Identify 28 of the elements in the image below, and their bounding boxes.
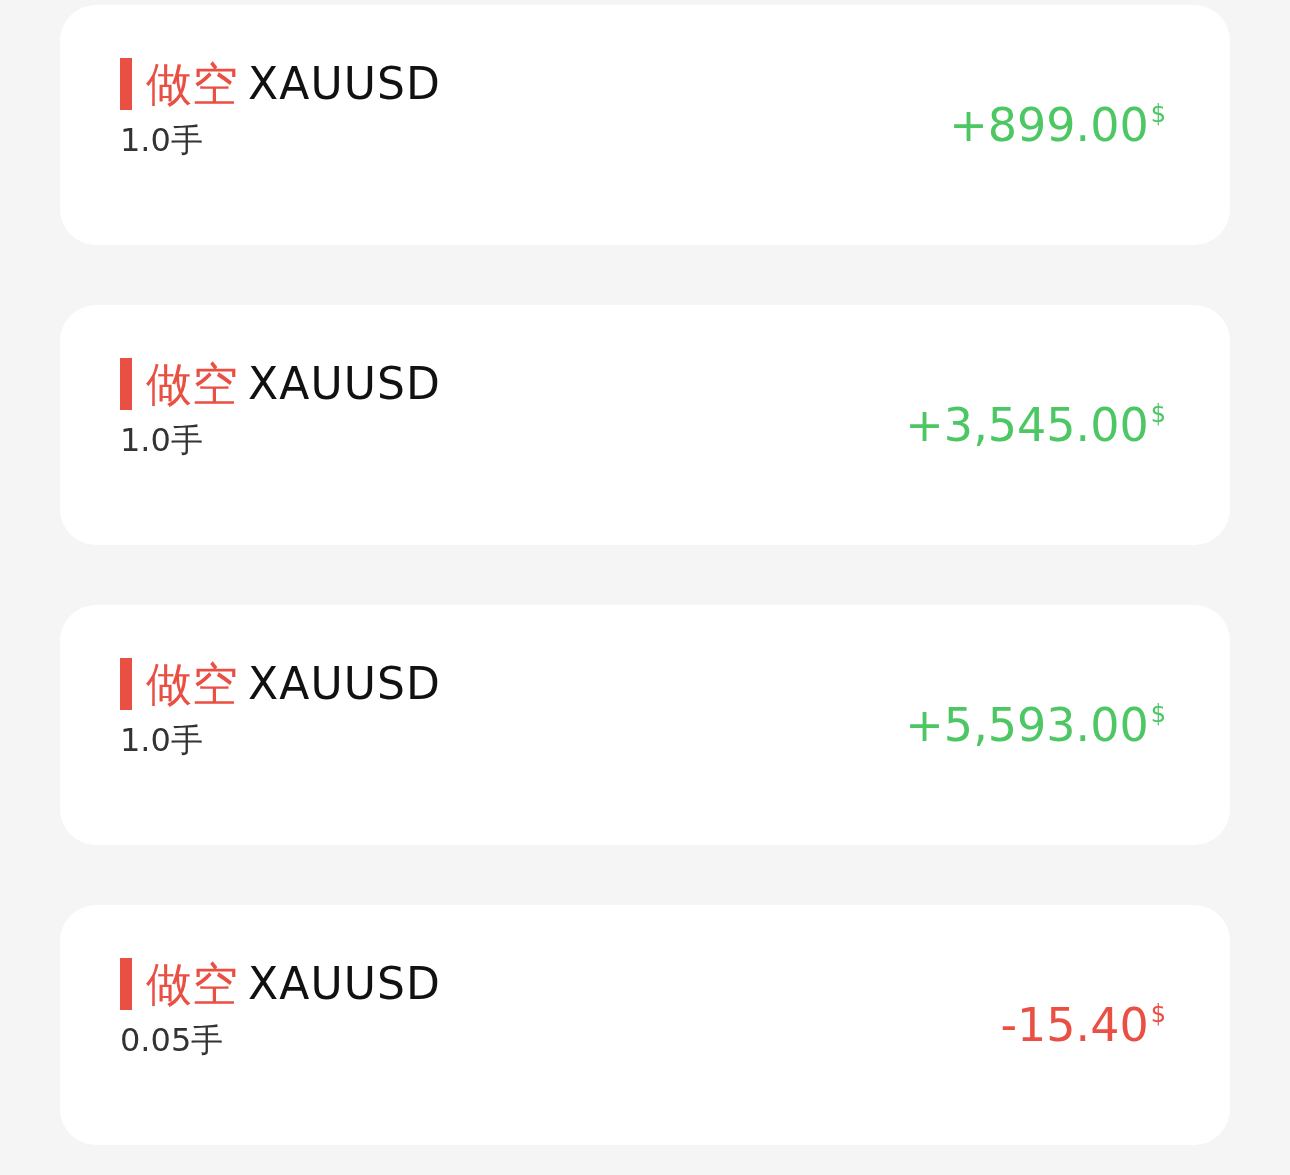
symbol-label: XAUUSD bbox=[248, 962, 442, 1006]
profit-amount: +899.00 bbox=[949, 102, 1149, 148]
profit-amount: +3,545.00 bbox=[905, 402, 1149, 448]
profit-amount: +5,593.00 bbox=[905, 702, 1149, 748]
side-marker bbox=[120, 358, 132, 410]
side-marker bbox=[120, 958, 132, 1010]
profit-amount: -15.40 bbox=[1000, 1002, 1149, 1048]
currency-symbol: $ bbox=[1150, 402, 1166, 426]
symbol-label: XAUUSD bbox=[248, 62, 442, 106]
currency-symbol: $ bbox=[1150, 102, 1166, 126]
position-side: 做空 bbox=[146, 61, 238, 107]
lot-size: 1.0手 bbox=[120, 124, 204, 156]
position-card[interactable]: 做空 XAUUSD 1.0手 +3,545.00$ bbox=[60, 305, 1230, 545]
currency-symbol: $ bbox=[1150, 702, 1166, 726]
position-side: 做空 bbox=[146, 961, 238, 1007]
position-card[interactable]: 做空 XAUUSD 1.0手 +899.00$ bbox=[60, 5, 1230, 245]
lot-size: 0.05手 bbox=[120, 1024, 225, 1056]
position-card[interactable]: 做空 XAUUSD 0.05手 -15.40$ bbox=[60, 905, 1230, 1145]
position-card[interactable]: 做空 XAUUSD 1.0手 +5,593.00$ bbox=[60, 605, 1230, 845]
currency-symbol: $ bbox=[1150, 1002, 1166, 1026]
side-marker bbox=[120, 658, 132, 710]
side-marker bbox=[120, 58, 132, 110]
position-side: 做空 bbox=[146, 361, 238, 407]
symbol-label: XAUUSD bbox=[248, 662, 442, 706]
lot-size: 1.0手 bbox=[120, 424, 204, 456]
position-side: 做空 bbox=[146, 661, 238, 707]
symbol-label: XAUUSD bbox=[248, 362, 442, 406]
lot-size: 1.0手 bbox=[120, 724, 204, 756]
